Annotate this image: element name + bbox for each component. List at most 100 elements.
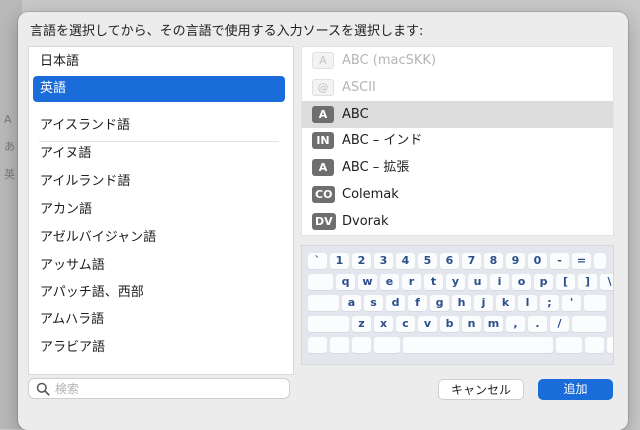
keyboard-key-blank xyxy=(308,295,339,311)
dialog-prompt: 言語を選択してから、その言語で使用する入力ソースを選択します: xyxy=(30,24,424,39)
keyboard-key-blank xyxy=(585,337,604,353)
keyboard-key: k xyxy=(496,295,515,311)
keyboard-key: ` xyxy=(308,253,327,269)
input-source-item[interactable]: DV Dvorak xyxy=(302,208,613,235)
keyboard-key: h xyxy=(452,295,471,311)
search-input[interactable] xyxy=(55,379,285,398)
keyboard-key: w xyxy=(358,274,377,290)
keyboard-row: ` 1 2 3 4 5 6 7 8 9 0- = xyxy=(302,253,613,269)
keyboard-key: g xyxy=(430,295,449,311)
language-item[interactable]: アゼルバイジャン語 xyxy=(33,225,285,251)
input-source-label: ABC xyxy=(342,107,369,122)
keyboard-key: d xyxy=(386,295,405,311)
language-list[interactable]: 日本語 英語 アイスランド語 アイヌ語 アイルランド語 アカン語 アゼルバイジャ… xyxy=(28,46,294,375)
keyboard-key: e xyxy=(380,274,399,290)
keyboard-row: z x c v b n m,. / xyxy=(302,316,613,332)
keyboard-key-blank xyxy=(352,337,371,353)
keyboard-key: 3 xyxy=(374,253,393,269)
keyboard-key: n xyxy=(462,316,481,332)
keyboard-key-blank xyxy=(594,253,606,269)
keyboard-key: j xyxy=(474,295,493,311)
keyboard-key: = xyxy=(572,253,591,269)
background-text: A xyxy=(4,113,12,126)
keyboard-key: b xyxy=(440,316,459,332)
language-item[interactable]: アパッチ語、西部 xyxy=(33,280,285,306)
keyboard-key: 0 xyxy=(528,253,547,269)
search-icon xyxy=(36,382,50,396)
input-source-label: ABC (macSKK) xyxy=(342,53,437,68)
input-source-item[interactable]: IN ABC – インド xyxy=(302,127,613,154)
input-source-item-disabled: A ABC (macSKK) xyxy=(302,47,613,74)
input-source-item[interactable]: CO Colemak xyxy=(302,181,613,208)
keyboard-key: 9 xyxy=(506,253,525,269)
language-item[interactable]: アイルランド語 xyxy=(33,169,285,195)
input-source-item[interactable]: A ABC – 拡張 xyxy=(302,154,613,181)
keyboard-key: ] xyxy=(578,274,597,290)
language-item[interactable]: アムハラ語 xyxy=(33,307,285,333)
keyboard-key-blank xyxy=(607,337,613,353)
keyboard-key: . xyxy=(528,316,547,332)
search-field[interactable] xyxy=(28,378,290,399)
keyboard-key-blank xyxy=(374,337,400,353)
keyboard-key: 6 xyxy=(440,253,459,269)
language-item-selected[interactable]: 英語 xyxy=(33,76,285,102)
keyboard-key-blank xyxy=(584,295,606,311)
language-item[interactable]: アカン語 xyxy=(33,197,285,223)
keyboard-key: l xyxy=(518,295,537,311)
keyboard-key: / xyxy=(550,316,569,332)
keyboard-key: t xyxy=(424,274,443,290)
input-source-badge-icon: A xyxy=(312,52,334,69)
language-item[interactable]: アイスランド語 xyxy=(33,113,285,139)
keyboard-key: v xyxy=(418,316,437,332)
keyboard-key: \ xyxy=(600,274,613,290)
keyboard-key: a xyxy=(342,295,361,311)
keyboard-key: i xyxy=(490,274,509,290)
input-source-badge-icon: IN xyxy=(312,132,334,149)
language-item[interactable]: アラビア語 xyxy=(33,335,285,361)
keyboard-key: ; xyxy=(540,295,559,311)
language-item[interactable]: 日本語 xyxy=(33,49,285,75)
keyboard-key: s xyxy=(364,295,383,311)
input-source-label: ASCII xyxy=(342,80,376,95)
keyboard-key: 5 xyxy=(418,253,437,269)
keyboard-key-blank xyxy=(308,316,349,332)
input-source-list[interactable]: A ABC (macSKK) @ ASCII A ABC IN ABC – イン… xyxy=(301,46,614,236)
at-sign-icon: @ xyxy=(312,79,334,96)
keyboard-row: q w e r t y u i o p[] \ xyxy=(302,274,613,290)
keyboard-key: 7 xyxy=(462,253,481,269)
keyboard-key-blank xyxy=(556,337,582,353)
keyboard-row: a s d f g h j k l; ' xyxy=(302,295,613,311)
keyboard-key: 4 xyxy=(396,253,415,269)
language-item[interactable]: アイヌ語 xyxy=(33,141,285,167)
keyboard-key: p xyxy=(534,274,553,290)
input-source-badge-icon: DV xyxy=(312,213,336,230)
input-source-badge-icon: A xyxy=(312,106,334,123)
input-source-item-selected[interactable]: A ABC xyxy=(302,101,613,128)
keyboard-key: , xyxy=(506,316,525,332)
keyboard-key: r xyxy=(402,274,421,290)
keyboard-key-blank xyxy=(308,337,327,353)
keyboard-key: f xyxy=(408,295,427,311)
keyboard-key-blank xyxy=(308,274,333,290)
add-button[interactable]: 追加 xyxy=(538,379,613,400)
keyboard-key: 8 xyxy=(484,253,503,269)
keyboard-key: c xyxy=(396,316,415,332)
cancel-button[interactable]: キャンセル xyxy=(438,379,524,400)
keyboard-row xyxy=(302,337,613,353)
keyboard-key: q xyxy=(336,274,355,290)
input-source-item-disabled: @ ASCII xyxy=(302,74,613,101)
keyboard-key: m xyxy=(484,316,503,332)
language-item[interactable]: アッサム語 xyxy=(33,253,285,279)
keyboard-layout-preview: ` 1 2 3 4 5 6 7 8 9 0- = q w e r t y u i o p[] \ a s d f g h j k l; ' z x c… xyxy=(301,245,614,365)
keyboard-key-blank xyxy=(403,337,553,353)
background-text: 英 xyxy=(4,168,15,181)
keyboard-key: [ xyxy=(556,274,575,290)
keyboard-key: u xyxy=(468,274,487,290)
keyboard-key: 1 xyxy=(330,253,349,269)
input-source-label: Dvorak xyxy=(342,214,389,229)
keyboard-key: z xyxy=(352,316,371,332)
keyboard-key-blank xyxy=(572,316,606,332)
input-source-badge-icon: A xyxy=(312,159,334,176)
keyboard-key: ' xyxy=(562,295,581,311)
keyboard-key: - xyxy=(550,253,569,269)
